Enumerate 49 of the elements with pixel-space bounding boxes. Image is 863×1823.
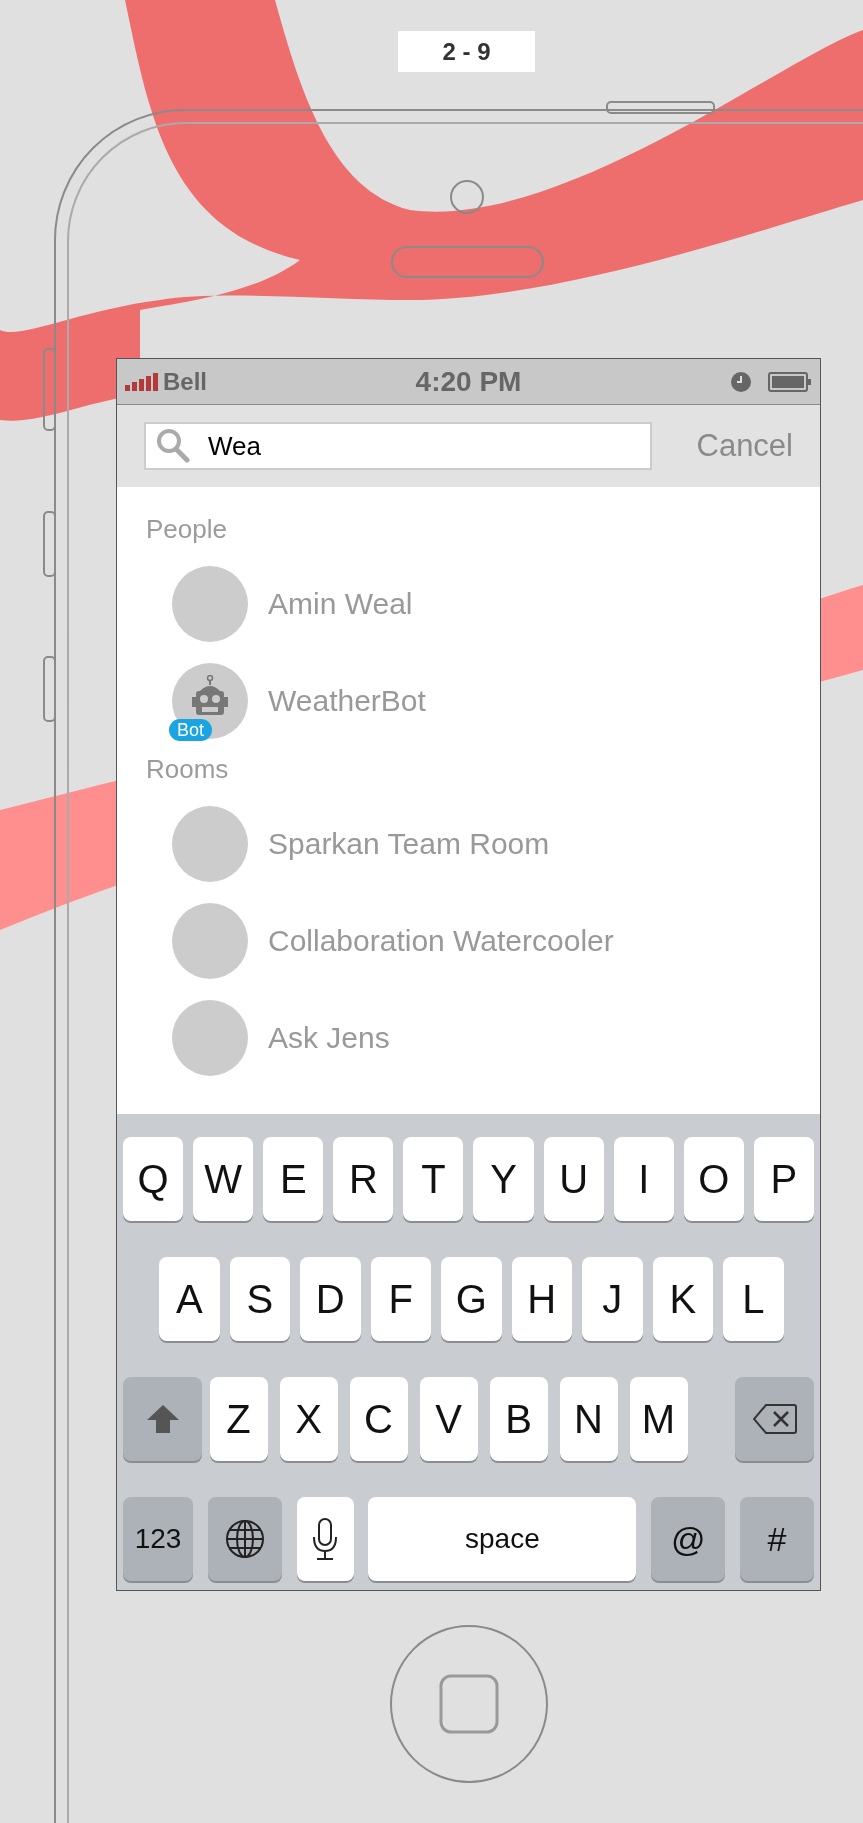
key[interactable]: @ xyxy=(651,1497,726,1581)
clock-icon xyxy=(730,370,752,393)
backspace-key[interactable] xyxy=(735,1377,814,1461)
key[interactable]: # xyxy=(740,1497,814,1581)
language-key[interactable] xyxy=(207,1497,282,1581)
space-key[interactable]: space xyxy=(368,1497,637,1581)
dictation-key[interactable] xyxy=(296,1497,354,1581)
search-icon xyxy=(156,428,190,464)
key[interactable]: U xyxy=(543,1137,604,1221)
key[interactable]: W xyxy=(193,1137,254,1221)
key[interactable]: J xyxy=(582,1257,643,1341)
key[interactable]: Z xyxy=(209,1377,268,1461)
key[interactable]: B xyxy=(489,1377,548,1461)
carrier-name: Bell xyxy=(163,366,207,397)
section-header: People xyxy=(145,513,228,546)
key[interactable]: Y xyxy=(473,1137,534,1221)
key[interactable]: N xyxy=(559,1377,618,1461)
battery-icon xyxy=(768,371,812,392)
status-time: 4:20 PM xyxy=(415,364,522,399)
key[interactable]: S xyxy=(229,1257,290,1341)
key[interactable]: P xyxy=(753,1137,814,1221)
key[interactable]: Q xyxy=(123,1137,184,1221)
key[interactable]: A xyxy=(159,1257,220,1341)
key[interactable]: T xyxy=(403,1137,464,1221)
search-field[interactable]: Wea xyxy=(144,422,652,470)
microphone-icon xyxy=(312,1517,339,1561)
section-header: Rooms xyxy=(145,753,230,786)
numbers-key[interactable]: 123 xyxy=(123,1497,193,1581)
key[interactable]: K xyxy=(652,1257,713,1341)
key[interactable]: M xyxy=(629,1377,688,1461)
shift-icon xyxy=(145,1404,180,1434)
page-label: 2 - 9 xyxy=(398,31,535,72)
bot-badge: Bot xyxy=(169,718,213,741)
key[interactable]: I xyxy=(613,1137,674,1221)
key[interactable]: O xyxy=(683,1137,744,1221)
key[interactable]: G xyxy=(441,1257,502,1341)
globe-icon xyxy=(224,1519,265,1559)
key[interactable]: R xyxy=(333,1137,394,1221)
shift-key[interactable] xyxy=(123,1377,202,1461)
key[interactable]: F xyxy=(370,1257,431,1341)
signal-icon xyxy=(125,372,159,391)
key[interactable]: X xyxy=(279,1377,338,1461)
key[interactable]: V xyxy=(419,1377,478,1461)
key[interactable]: H xyxy=(511,1257,572,1341)
key[interactable]: D xyxy=(300,1257,361,1341)
key[interactable]: L xyxy=(723,1257,784,1341)
backspace-icon xyxy=(752,1404,797,1434)
key[interactable]: E xyxy=(263,1137,324,1221)
key[interactable]: C xyxy=(349,1377,408,1461)
